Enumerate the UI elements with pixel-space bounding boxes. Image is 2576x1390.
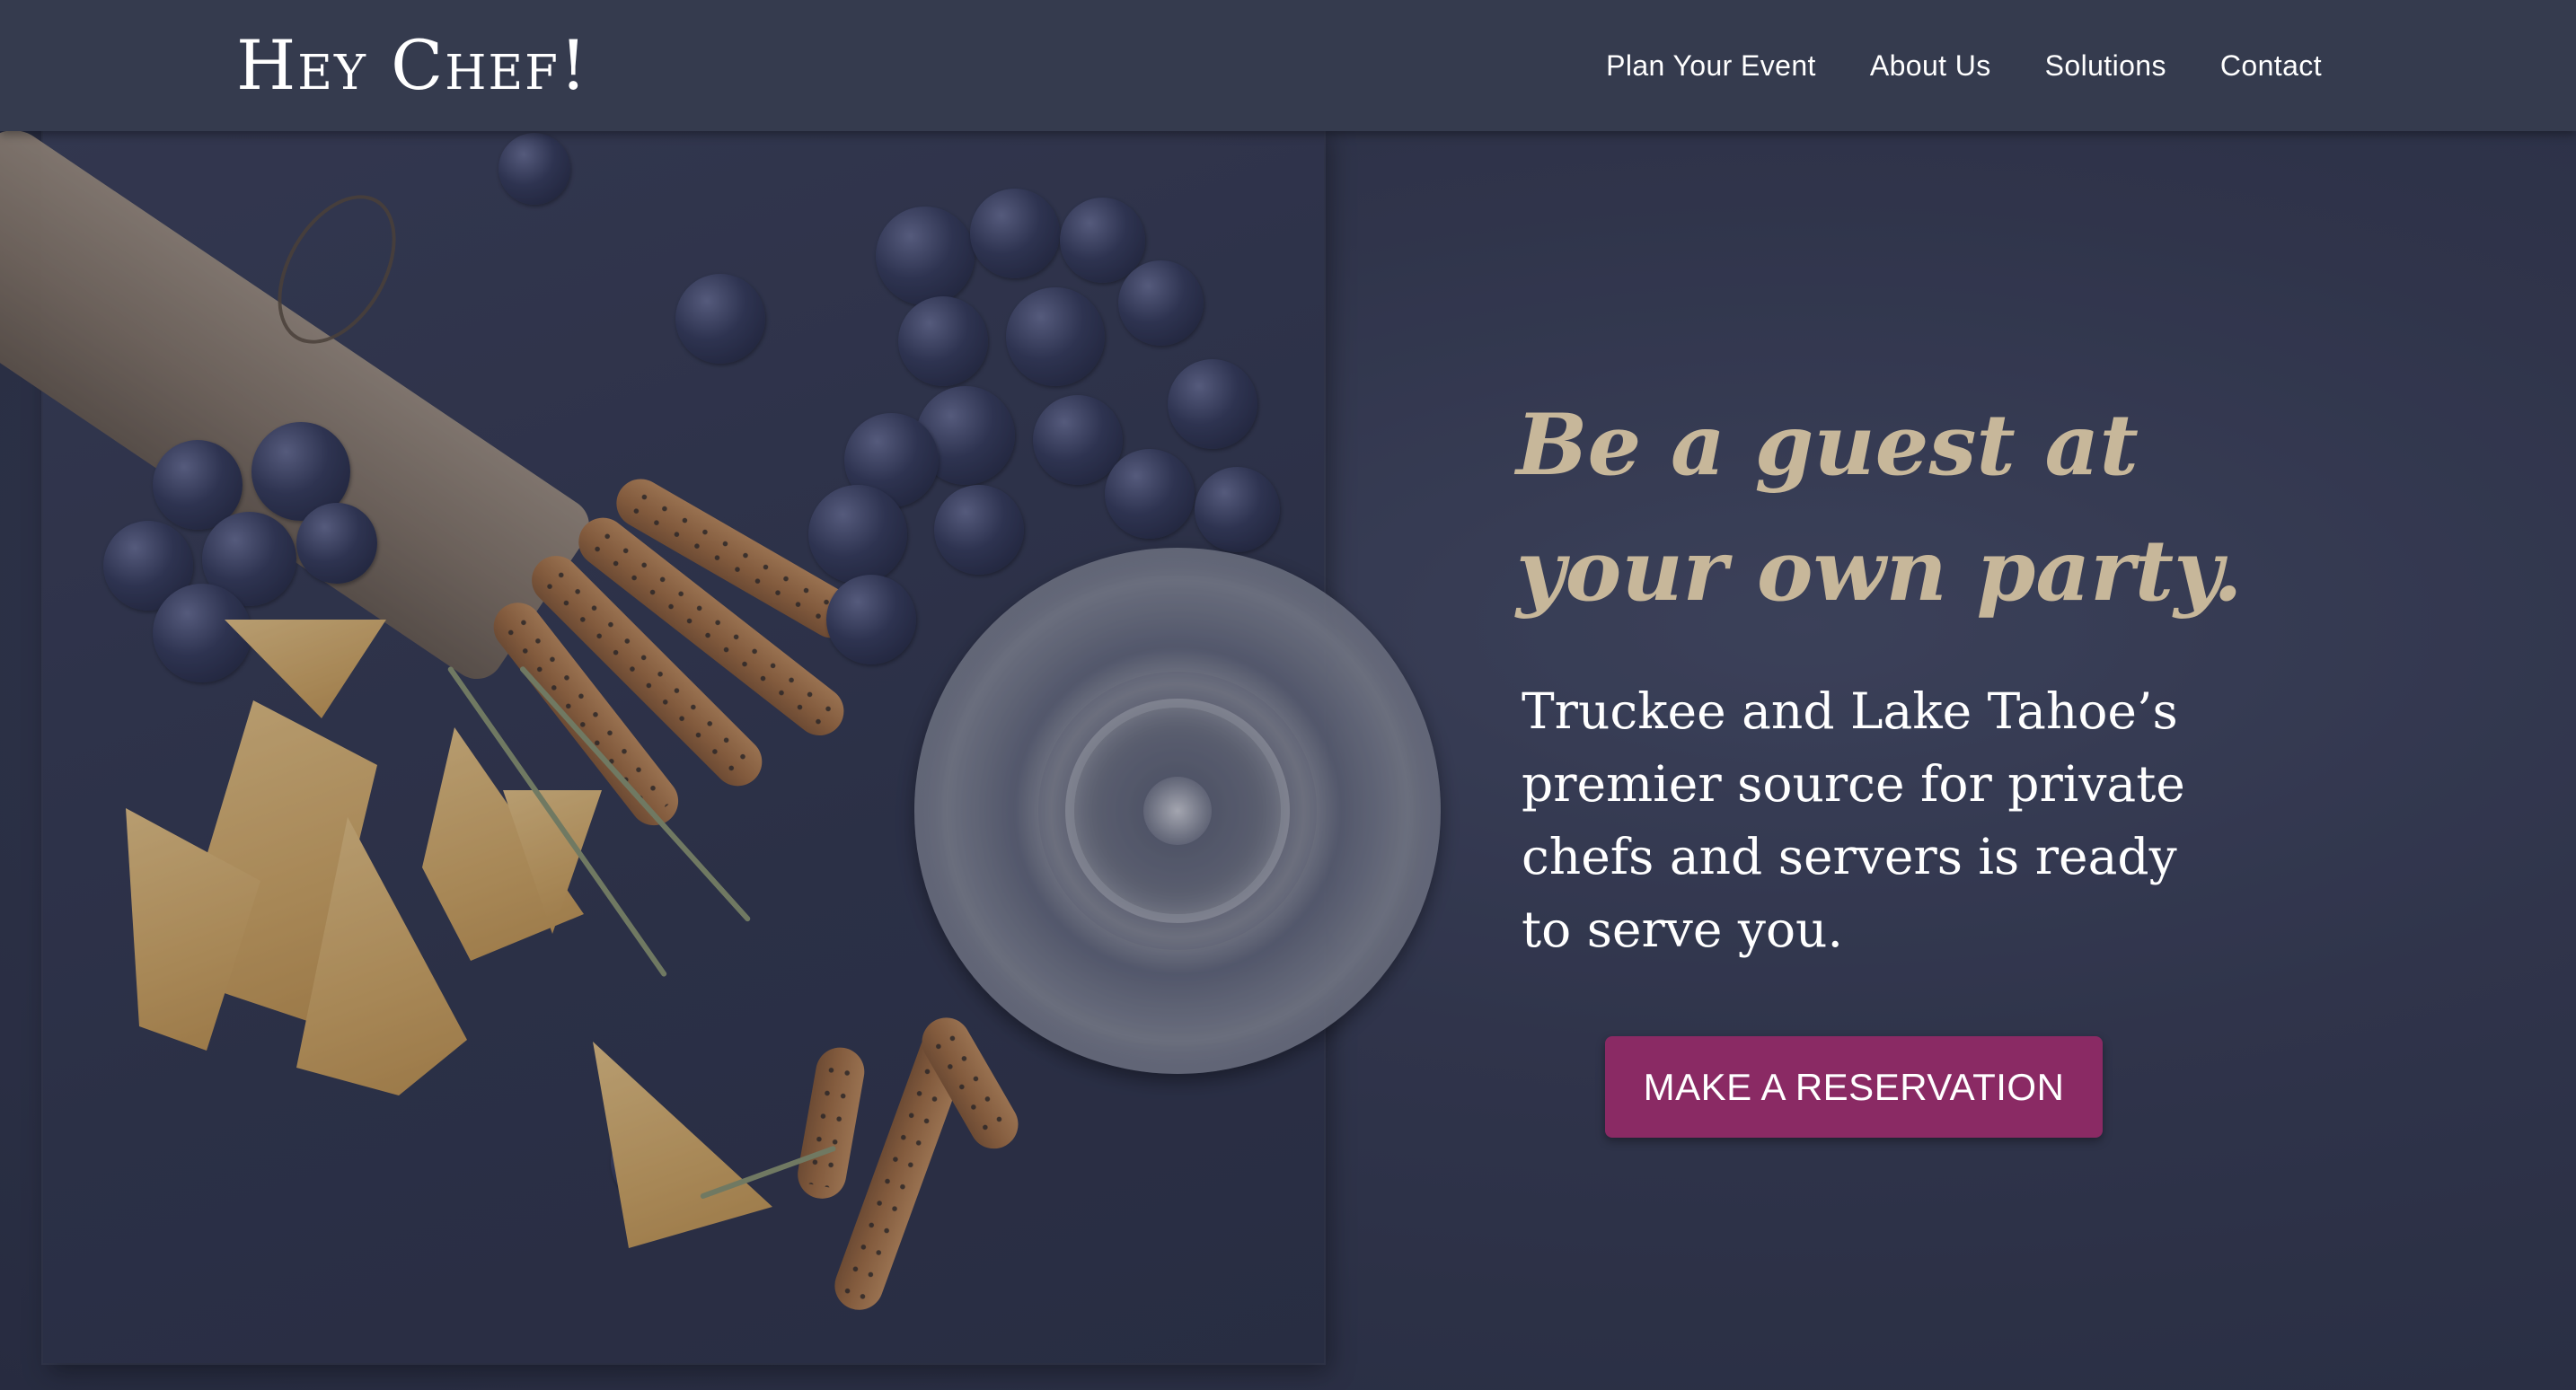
nav-solutions[interactable]: Solutions [2045,49,2166,83]
main-nav: Plan Your Event About Us Solutions Conta… [1606,0,2322,131]
grape [1006,287,1105,386]
make-reservation-button[interactable]: MAKE A RESERVATION [1605,1036,2103,1138]
grape [1105,449,1195,539]
grape [934,485,1024,575]
hero-title-line-1: Be a guest at [1516,396,2139,495]
grape [898,296,988,386]
hero-subtitle: Truckee and Lake Tahoe’s premier source … [1522,682,2185,958]
grape [1118,260,1204,346]
grape [1033,395,1123,485]
nav-about-us[interactable]: About Us [1870,49,1991,83]
wine-glass-stem [1143,777,1212,845]
grape [808,485,907,584]
grape [1168,359,1257,449]
landing-page: Hey Chef! Plan Your Event About Us Solut… [0,0,2576,1390]
grape [876,207,975,305]
hero-title-line-2: your own party. [1516,522,2243,620]
grape [826,575,916,664]
grape [296,503,377,584]
nav-contact[interactable]: Contact [2220,49,2322,83]
site-logo[interactable]: Hey Chef! [236,25,589,106]
site-header: Hey Chef! Plan Your Event About Us Solut… [0,0,2576,131]
grape [1195,467,1280,552]
grape [153,584,251,682]
wine-glass [914,548,1441,1074]
grape [675,274,765,364]
nav-plan-your-event[interactable]: Plan Your Event [1606,49,1816,83]
grape [970,189,1060,278]
hero-title: Be a guest at your own party. [1516,383,2325,634]
grape [498,133,570,205]
